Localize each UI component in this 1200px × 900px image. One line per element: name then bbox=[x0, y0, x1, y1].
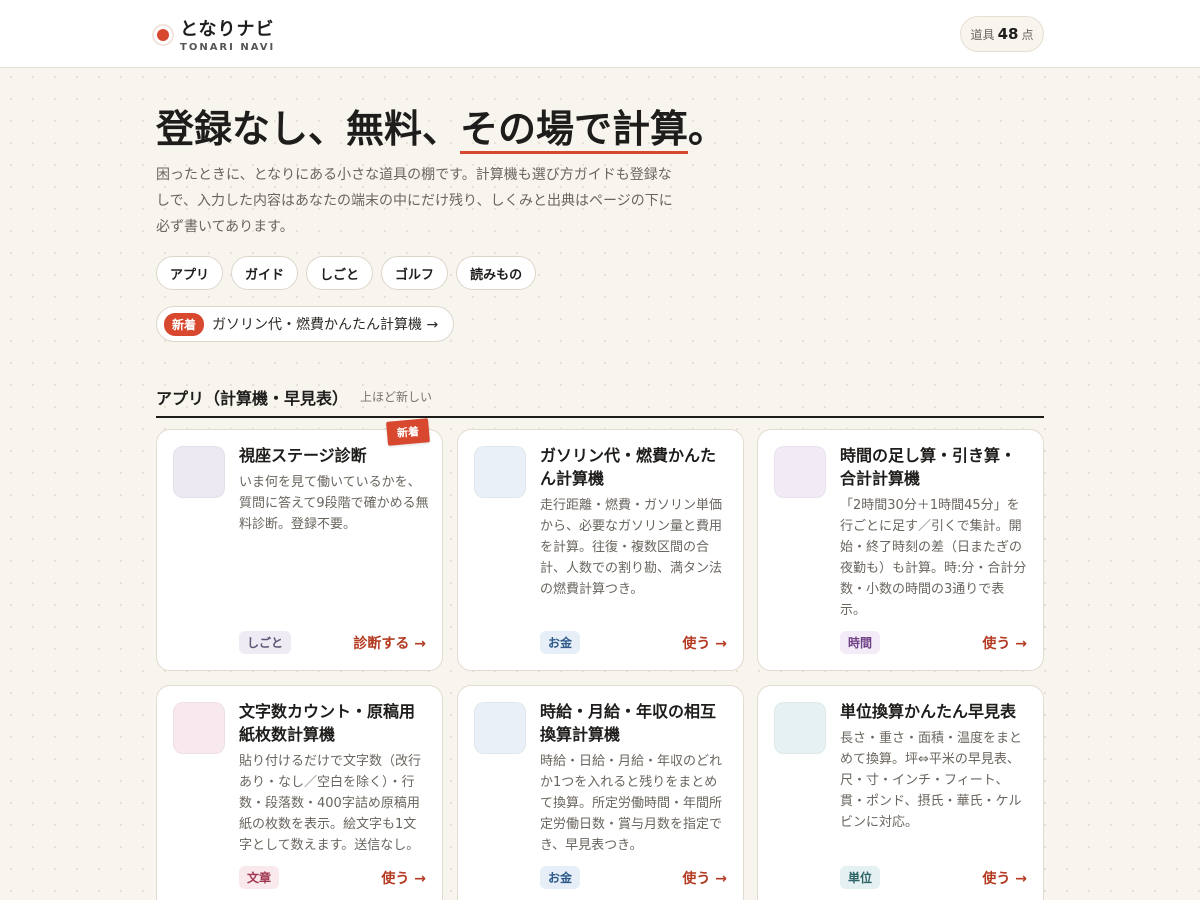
card-tag: しごと bbox=[239, 631, 292, 654]
category-chip-reading[interactable]: 読みもの bbox=[456, 256, 537, 290]
logo-subtitle: TONARI NAVI bbox=[180, 42, 276, 53]
card-thumbnail bbox=[774, 702, 826, 754]
app-card[interactable]: 視座ステージ診断 いま何を見て働いているかを、質問に答えて9段階で確かめる無料診… bbox=[156, 429, 443, 671]
tool-count-suffix: 点 bbox=[1021, 27, 1034, 42]
section-divider bbox=[156, 416, 1044, 418]
top-bar: となりナビ TONARI NAVI 道具 48 点 bbox=[0, 0, 1200, 68]
card-title[interactable]: 単位換算かんたん早見表 bbox=[840, 700, 1030, 723]
card-description: 「2時間30分＋1時間45分」を行ごとに足す／引くで集計。開始・終了時刻の差（日… bbox=[840, 498, 1027, 618]
card-action-link[interactable]: 使う → bbox=[682, 633, 727, 653]
category-chips: アプリ ガイド しごと ゴルフ 読みもの bbox=[156, 256, 537, 290]
card-title[interactable]: 時給・月給・年収の相互換算計算機 bbox=[540, 700, 730, 746]
card-action-link[interactable]: 使う → bbox=[982, 633, 1027, 653]
card-thumbnail bbox=[774, 446, 826, 498]
tool-count-badge: 道具 48 点 bbox=[960, 16, 1044, 52]
category-chip-golf[interactable]: ゴルフ bbox=[381, 256, 449, 290]
card-thumbnail bbox=[474, 702, 526, 754]
section-note: 上ほど新しい bbox=[360, 390, 433, 404]
hero-description: 困ったときに、となりにある小さな道具の棚です。計算機も選び方ガイドも登録なしで、… bbox=[156, 167, 673, 235]
category-chip-guides[interactable]: ガイド bbox=[231, 256, 299, 290]
card-description: 貼り付けるだけで文字数（改行あり・なし／空白を除く）・行数・段落数・400字詰め… bbox=[239, 754, 422, 853]
app-card[interactable]: 時間の足し算・引き算・合計計算機 「2時間30分＋1時間45分」を行ごとに足す／… bbox=[757, 429, 1044, 671]
card-action-link[interactable]: 使う → bbox=[381, 868, 426, 888]
app-card[interactable]: 文字数カウント・原稿用紙枚数計算機 貼り付けるだけで文字数（改行あり・なし／空白… bbox=[156, 685, 443, 900]
hero-title-highlight: その場で計算 bbox=[460, 106, 689, 154]
new-badge: 新着 bbox=[164, 312, 205, 336]
card-action-link[interactable]: 診断する → bbox=[353, 633, 426, 653]
card-description: 走行距離・燃費・ガソリン単価から、必要なガソリン量と費用を計算。往復・複数区間の… bbox=[540, 498, 723, 597]
card-description: いま何を見て働いているかを、質問に答えて9段階で確かめる無料診断。登録不要。 bbox=[239, 475, 429, 532]
card-title[interactable]: 視座ステージ診断 bbox=[239, 444, 429, 467]
card-action-link[interactable]: 使う → bbox=[682, 868, 727, 888]
new-arrival-text: ガソリン代・燃費かんたん計算機 → bbox=[212, 317, 439, 333]
logo-mark-icon[interactable] bbox=[152, 24, 174, 46]
tool-count-value: 48 bbox=[997, 25, 1019, 43]
app-card[interactable]: ガソリン代・燃費かんたん計算機 走行距離・燃費・ガソリン単価から、必要なガソリン… bbox=[457, 429, 744, 671]
card-tag: 単位 bbox=[840, 866, 881, 889]
category-chip-work[interactable]: しごと bbox=[306, 256, 374, 290]
section-title: アプリ（計算機・早見表） bbox=[156, 389, 349, 408]
card-thumbnail bbox=[173, 446, 225, 498]
app-card[interactable]: 時給・月給・年収の相互換算計算機 時給・日給・月給・年収のどれか1つを入れると残… bbox=[457, 685, 744, 900]
card-description: 長さ・重さ・面積・温度をまとめて換算。坪⇔平米の早見表、尺・寸・インチ・フィート… bbox=[840, 731, 1023, 830]
card-thumbnail bbox=[474, 446, 526, 498]
card-action-link[interactable]: 使う → bbox=[982, 868, 1027, 888]
new-ribbon: 新着 bbox=[386, 418, 430, 446]
card-title[interactable]: 時間の足し算・引き算・合計計算機 bbox=[840, 444, 1030, 490]
card-description: 時給・日給・月給・年収のどれか1つを入れると残りをまとめて換算。所定労働時間・年… bbox=[540, 754, 723, 853]
category-chip-apps[interactable]: アプリ bbox=[156, 256, 224, 290]
card-tag: 文章 bbox=[239, 866, 280, 889]
new-arrival-link[interactable]: 新着 ガソリン代・燃費かんたん計算機 → bbox=[156, 306, 454, 342]
app-card[interactable]: 単位換算かんたん早見表 長さ・重さ・面積・温度をまとめて換算。坪⇔平米の早見表、… bbox=[757, 685, 1044, 900]
hero-title-part3: 。 bbox=[688, 106, 727, 151]
hero-title: 登録なし、無料、その場で計算。 bbox=[156, 98, 727, 154]
card-title[interactable]: 文字数カウント・原稿用紙枚数計算機 bbox=[239, 700, 429, 746]
logo-name[interactable]: となりナビ bbox=[180, 15, 274, 41]
tool-count-prefix: 道具 bbox=[970, 27, 995, 42]
hero-title-part1: 登録なし、無料、 bbox=[156, 106, 461, 151]
card-tag: お金 bbox=[540, 631, 581, 654]
card-tag: お金 bbox=[540, 866, 581, 889]
card-thumbnail bbox=[173, 702, 225, 754]
card-title[interactable]: ガソリン代・燃費かんたん計算機 bbox=[540, 444, 730, 490]
card-tag: 時間 bbox=[840, 631, 881, 654]
